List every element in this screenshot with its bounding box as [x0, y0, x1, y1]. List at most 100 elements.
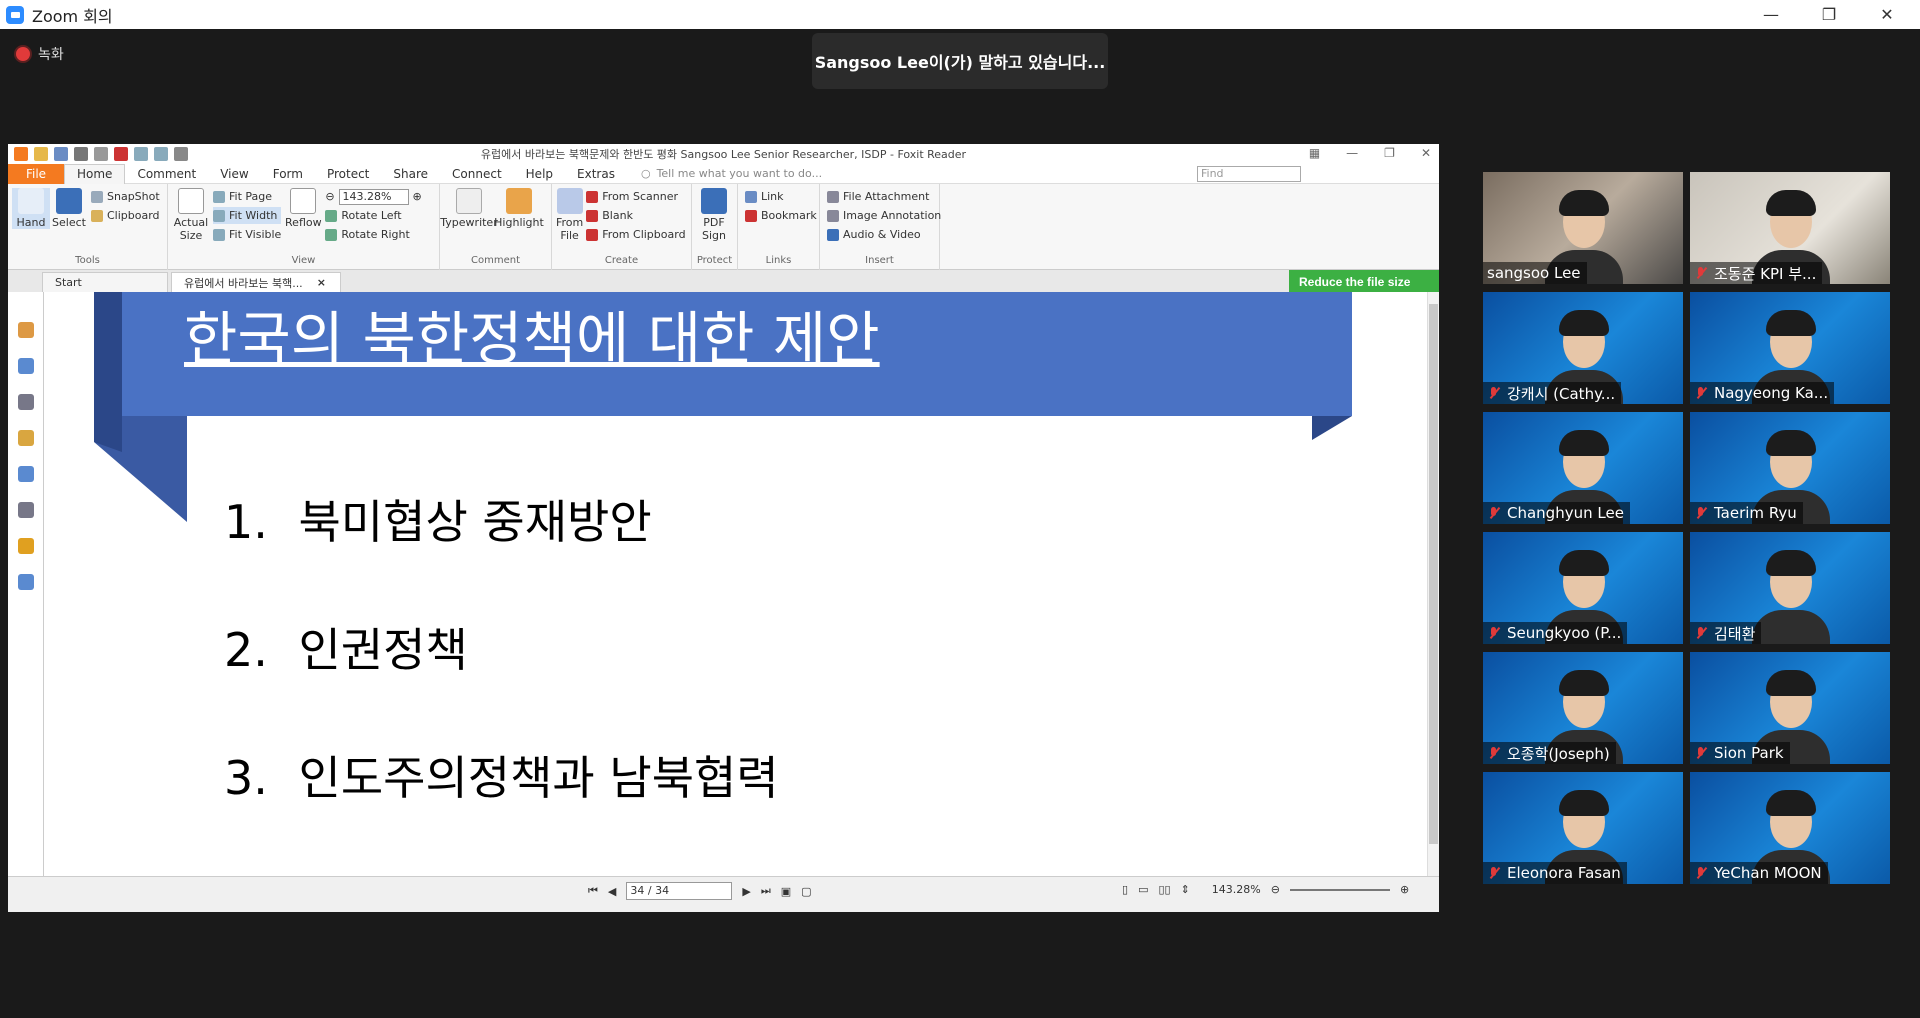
- facing-page-icon[interactable]: ▯▯: [1158, 883, 1170, 896]
- muted-mic-icon: [1487, 626, 1501, 640]
- layers-panel-icon[interactable]: [17, 394, 34, 410]
- tell-me-search[interactable]: ○ Tell me what you want to do...: [641, 167, 822, 180]
- reduce-file-size-button[interactable]: Reduce the file size: [1289, 270, 1439, 294]
- actual-size-button[interactable]: Actual Size: [172, 188, 210, 242]
- participant-tile[interactable]: sangsoo Lee: [1483, 172, 1683, 284]
- reflow-button[interactable]: Reflow: [284, 188, 322, 229]
- muted-mic-icon: [1694, 626, 1708, 640]
- attachments-panel-icon[interactable]: [17, 466, 34, 482]
- tab-form[interactable]: Form: [261, 164, 315, 184]
- muted-mic-icon: [1694, 746, 1708, 760]
- pdf-sign-label-2: Sign: [702, 229, 726, 242]
- file-menu-button[interactable]: File: [8, 163, 64, 184]
- file-attachment-button[interactable]: File Attachment: [827, 188, 941, 205]
- zoom-percentage[interactable]: 143.28%: [1212, 883, 1261, 896]
- pages-panel-icon[interactable]: [17, 358, 34, 374]
- participant-tile[interactable]: 오종학(Joseph): [1483, 652, 1683, 764]
- maximize-button[interactable]: ❐: [1800, 0, 1858, 29]
- tab-share[interactable]: Share: [381, 164, 440, 184]
- rotate-right-button[interactable]: Rotate Right: [325, 226, 421, 243]
- link-button[interactable]: Link: [745, 188, 817, 205]
- minimize-button[interactable]: —: [1742, 0, 1800, 29]
- fit-width-button[interactable]: Fit Width: [213, 207, 282, 224]
- find-input[interactable]: Find: [1197, 166, 1301, 182]
- page-number-field[interactable]: 34 / 34: [626, 882, 733, 900]
- participant-tile[interactable]: 김태환: [1690, 532, 1890, 644]
- view-mode-icon[interactable]: ▣: [781, 885, 791, 898]
- audio-video-button[interactable]: Audio & Video: [827, 226, 941, 243]
- participant-tile[interactable]: 조동준 KPI 부...: [1690, 172, 1890, 284]
- zoom-in-status-icon[interactable]: ⊕: [1400, 883, 1409, 896]
- foxit-restore-button[interactable]: ❐: [1384, 146, 1395, 160]
- bookmarks-panel-icon[interactable]: [17, 322, 34, 338]
- blank-button[interactable]: Blank: [586, 207, 685, 224]
- continuous-page-icon[interactable]: ▭: [1138, 883, 1148, 896]
- file-attachment-label: File Attachment: [843, 190, 930, 203]
- fit-page-button[interactable]: Fit Page: [213, 188, 281, 205]
- foxit-close-button[interactable]: ✕: [1421, 146, 1431, 160]
- select-button[interactable]: Select: [50, 188, 88, 229]
- snapshot-button[interactable]: SnapShot: [91, 188, 160, 205]
- last-page-icon[interactable]: ⏭: [761, 884, 771, 898]
- foxit-minimize-button[interactable]: —: [1346, 146, 1358, 160]
- record-dot-icon: [16, 47, 30, 61]
- participant-tile[interactable]: Eleonora Fasan: [1483, 772, 1683, 884]
- close-tab-icon[interactable]: ×: [317, 276, 326, 289]
- tab-start[interactable]: Start: [42, 272, 168, 292]
- tab-view[interactable]: View: [208, 164, 260, 184]
- from-scanner-button[interactable]: From Scanner: [586, 188, 685, 205]
- tab-help[interactable]: Help: [514, 164, 565, 184]
- zoom-in-icon[interactable]: ⊕: [413, 190, 422, 203]
- zoom-out-status-icon[interactable]: ⊖: [1271, 883, 1280, 896]
- zoom-out-icon[interactable]: ⊖: [325, 190, 334, 203]
- participant-tile[interactable]: Changhyun Lee: [1483, 412, 1683, 524]
- tab-home[interactable]: Home: [64, 163, 126, 184]
- single-page-icon[interactable]: ▯: [1122, 883, 1128, 896]
- participant-tile[interactable]: Seungkyoo (P...: [1483, 532, 1683, 644]
- bookmark-button[interactable]: Bookmark: [745, 207, 817, 224]
- participant-tile[interactable]: Nagyeong Ka...: [1690, 292, 1890, 404]
- from-clipboard-button[interactable]: From Clipboard: [586, 226, 686, 243]
- close-button[interactable]: ✕: [1858, 0, 1916, 29]
- zoom-slider[interactable]: [1289, 888, 1390, 891]
- image-annotation-button[interactable]: Image Annotation: [827, 207, 941, 224]
- signatures-panel-icon[interactable]: [17, 502, 34, 518]
- first-page-icon[interactable]: ⏮: [588, 884, 598, 898]
- fit-visible-button[interactable]: Fit Visible: [213, 226, 281, 243]
- participant-tile[interactable]: Sion Park: [1690, 652, 1890, 764]
- ribbon-group-comment: Typewriter Highlight Comment: [440, 184, 552, 270]
- pdf-sign-button[interactable]: PDF Sign: [696, 188, 732, 242]
- security-lock-icon[interactable]: [17, 538, 34, 554]
- participant-tile[interactable]: YeChan MOON: [1690, 772, 1890, 884]
- participant-tile[interactable]: 강캐시 (Cathy...: [1483, 292, 1683, 404]
- recording-indicator[interactable]: 녹화: [16, 44, 64, 64]
- typewriter-button[interactable]: Typewriter: [440, 188, 498, 229]
- rotate-left-button[interactable]: Rotate Left: [325, 207, 421, 224]
- zoom-field[interactable]: 143.28%: [338, 188, 409, 205]
- edit-pen-icon[interactable]: [17, 574, 34, 590]
- group-label-comment: Comment: [471, 255, 520, 266]
- scrollbar-thumb[interactable]: [1429, 304, 1438, 844]
- comments-panel-icon[interactable]: [17, 430, 34, 446]
- tab-extras[interactable]: Extras: [565, 164, 627, 184]
- pdf-sign-label-1: PDF: [703, 216, 725, 229]
- tab-connect[interactable]: Connect: [440, 164, 514, 184]
- hand-button[interactable]: Hand: [12, 188, 50, 229]
- group-label-protect: Protect: [696, 255, 733, 266]
- foxit-layout-icon[interactable]: ▦: [1309, 146, 1320, 160]
- tab-protect[interactable]: Protect: [315, 164, 381, 184]
- from-file-button[interactable]: From File: [556, 188, 583, 242]
- clipboard-button[interactable]: Clipboard: [91, 207, 160, 224]
- prev-page-icon[interactable]: ◀: [608, 885, 616, 898]
- highlight-button[interactable]: Highlight: [494, 188, 544, 229]
- participant-nameplate: Nagyeong Ka...: [1690, 382, 1835, 404]
- participant-tile[interactable]: Taerim Ryu: [1690, 412, 1890, 524]
- view-mode-2-icon[interactable]: ▢: [801, 885, 811, 898]
- tab-comment[interactable]: Comment: [125, 164, 208, 184]
- next-page-icon[interactable]: ▶: [742, 885, 750, 898]
- participant-nameplate: 김태환: [1690, 622, 1762, 644]
- split-page-icon[interactable]: ⇕: [1181, 883, 1190, 896]
- tab-document[interactable]: 유럽에서 바라보는 북핵... ×: [171, 272, 341, 292]
- vertical-scrollbar[interactable]: [1427, 292, 1439, 876]
- participant-name: Eleonora Fasan: [1507, 864, 1621, 882]
